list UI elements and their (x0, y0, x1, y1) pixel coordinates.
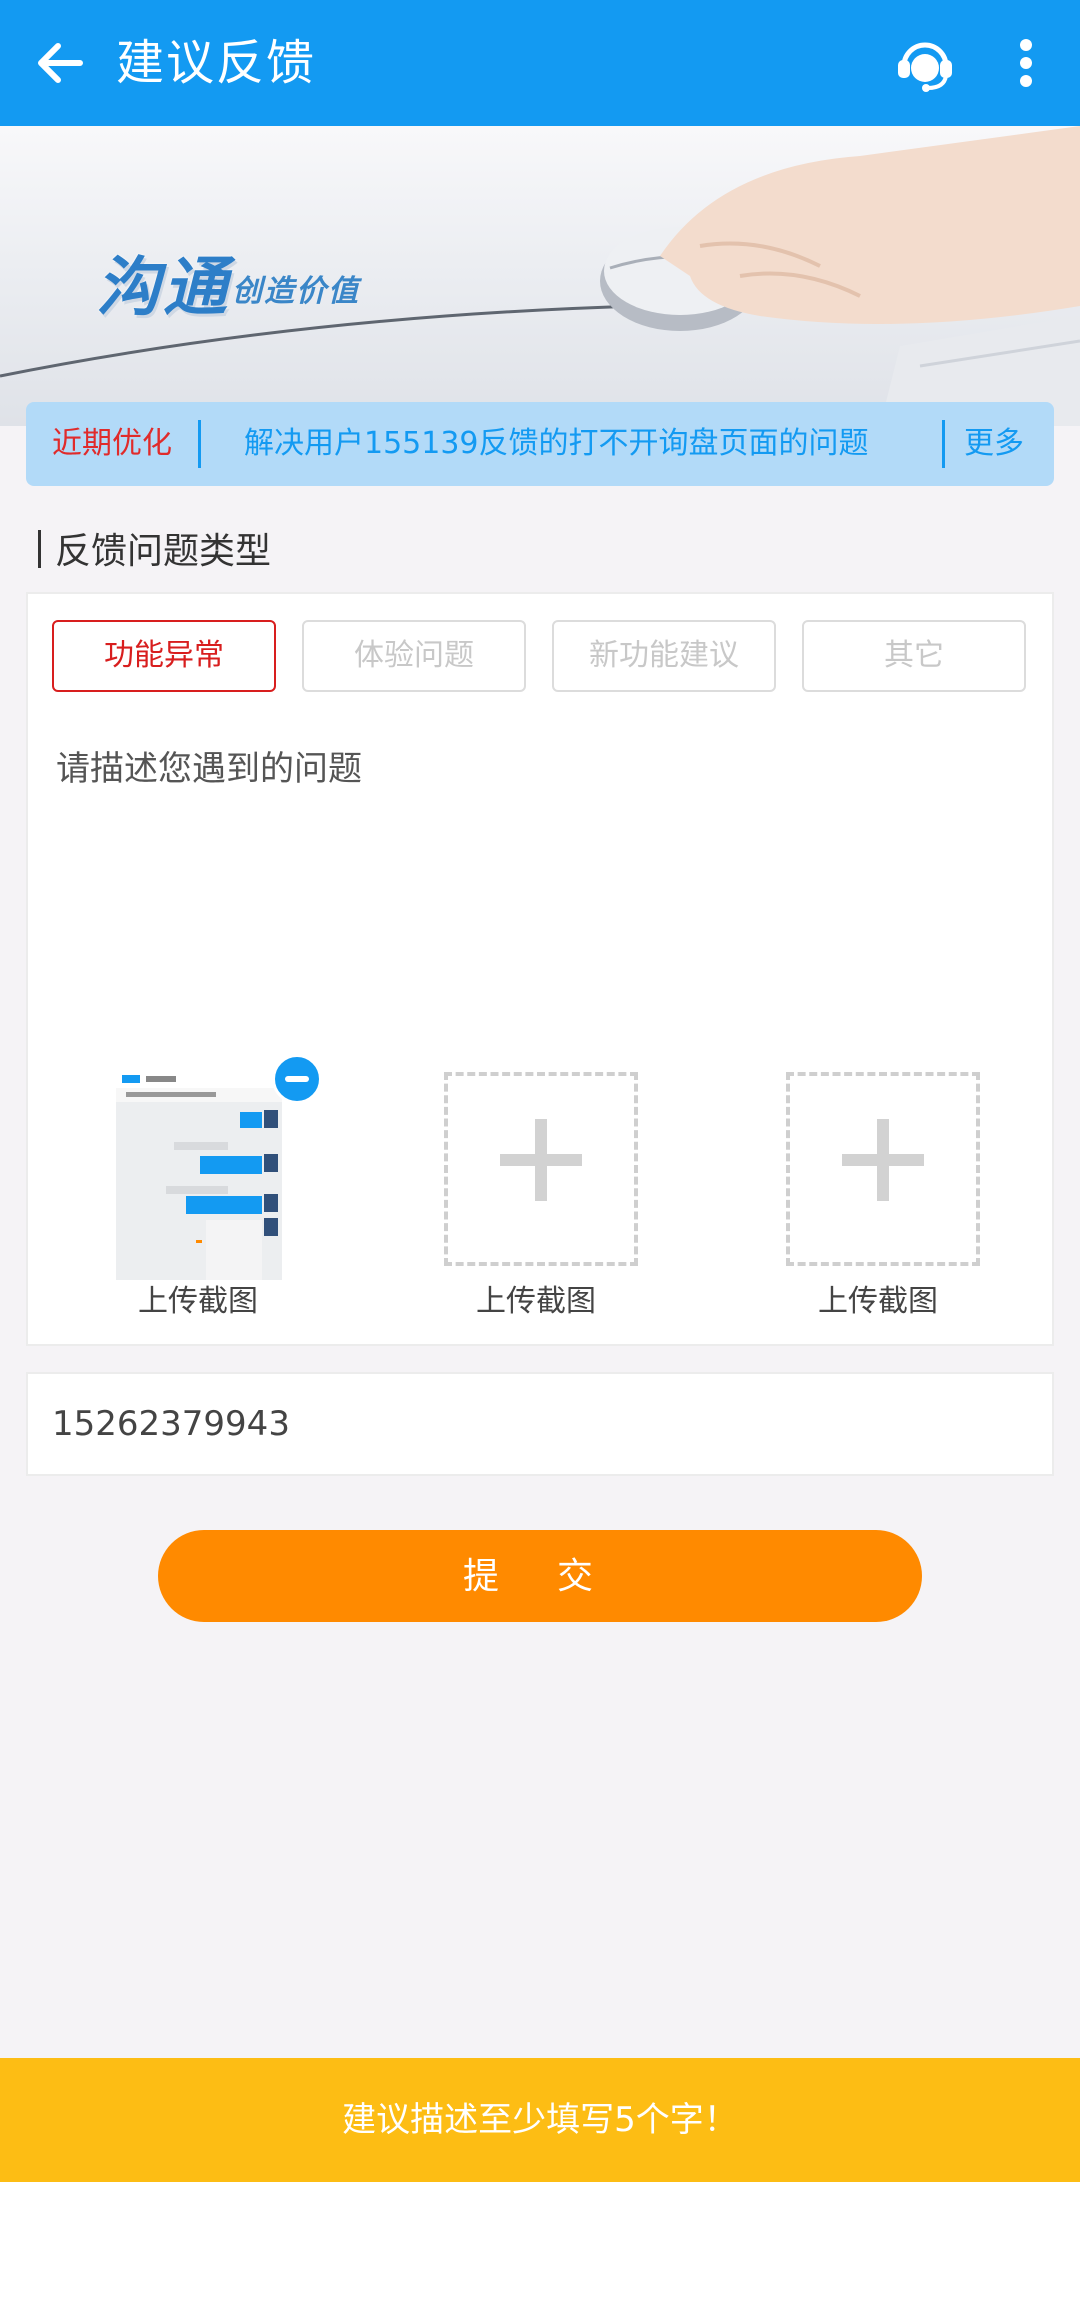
promo-banner: 沟通 创造价值 (0, 126, 1080, 426)
notice-tag: 近期优化 (52, 426, 172, 461)
type-chip-experience[interactable]: 体验问题 (302, 620, 526, 692)
customer-service-icon[interactable] (892, 30, 958, 96)
bottom-area (0, 2182, 1080, 2308)
page-title: 建议反馈 (116, 35, 317, 91)
divider (942, 420, 945, 468)
contact-phone-input[interactable] (52, 1392, 1012, 1456)
contact-field-wrapper (26, 1372, 1054, 1476)
divider (198, 420, 201, 468)
upload-label: 上传截图 (138, 1284, 258, 1319)
type-chip-other[interactable]: 其它 (802, 620, 1026, 692)
notice-bar[interactable]: 近期优化 解决用户155139反馈的打不开询盘页面的问题 更多 (26, 402, 1054, 486)
title-bar (38, 530, 41, 568)
arrow-left-icon[interactable] (30, 33, 90, 93)
section-title: 反馈问题类型 (38, 528, 271, 576)
submit-button[interactable]: 提 交 (158, 1530, 922, 1622)
upload-slot-3[interactable]: 上传截图 (768, 1064, 988, 1324)
section-title-text: 反馈问题类型 (55, 531, 272, 572)
app-bar: 建议反馈 (0, 0, 1080, 126)
notice-message[interactable]: 解决用户155139反馈的打不开询盘页面的问题 (244, 422, 869, 466)
upload-slot-1: 上传截图 (88, 1064, 308, 1324)
upload-label: 上传截图 (818, 1284, 938, 1319)
feedback-card: 功能异常 体验问题 新功能建议 其它 上传截图 (26, 592, 1054, 1346)
banner-slogan-sub: 创造价值 (232, 274, 360, 309)
notice-more-link[interactable]: 更多 (964, 422, 1024, 466)
upload-slot-2[interactable]: 上传截图 (426, 1064, 646, 1324)
plus-icon-vertical (535, 1119, 547, 1201)
plus-icon-vertical (877, 1119, 889, 1201)
description-input[interactable] (56, 744, 1016, 984)
banner-slogan-main: 沟通 (96, 251, 230, 325)
type-chip-function-error[interactable]: 功能异常 (52, 620, 276, 692)
upload-label: 上传截图 (476, 1284, 596, 1319)
type-chip-new-feature[interactable]: 新功能建议 (552, 620, 776, 692)
more-vert-icon[interactable] (1006, 30, 1046, 96)
toast-message: 建议描述至少填写5个字！ (0, 2058, 1080, 2182)
